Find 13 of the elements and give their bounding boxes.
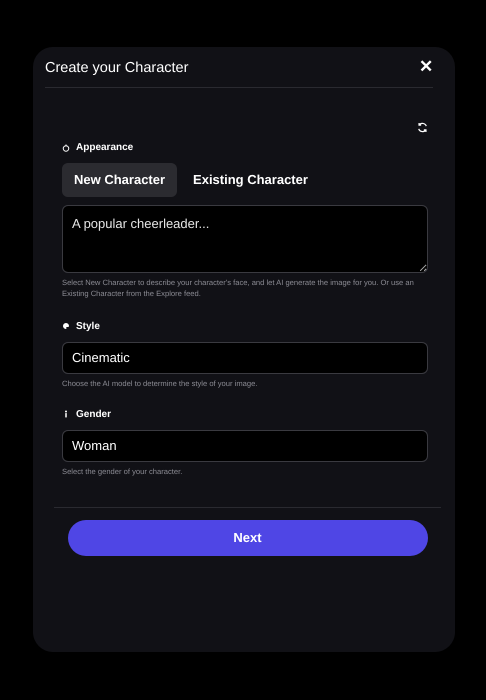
gender-field[interactable]: Woman <box>62 430 428 462</box>
description-field[interactable]: A popular cheerleader... <box>62 204 428 272</box>
close-button[interactable]: ✕ <box>419 58 433 75</box>
palette-icon <box>62 322 70 330</box>
tab[interactable]: Existing Character <box>181 163 320 196</box>
next-button[interactable]: Next <box>68 520 428 556</box>
style-field[interactable]: Cinematic <box>62 342 428 374</box>
tab[interactable]: New Character <box>62 163 178 196</box>
refresh-icon[interactable] <box>417 122 428 133</box>
dialog-title: Create your Character <box>45 59 188 78</box>
field-label: Gender <box>76 408 112 422</box>
field-label: Style <box>76 320 100 334</box>
section-label: Appearance <box>76 141 134 155</box>
